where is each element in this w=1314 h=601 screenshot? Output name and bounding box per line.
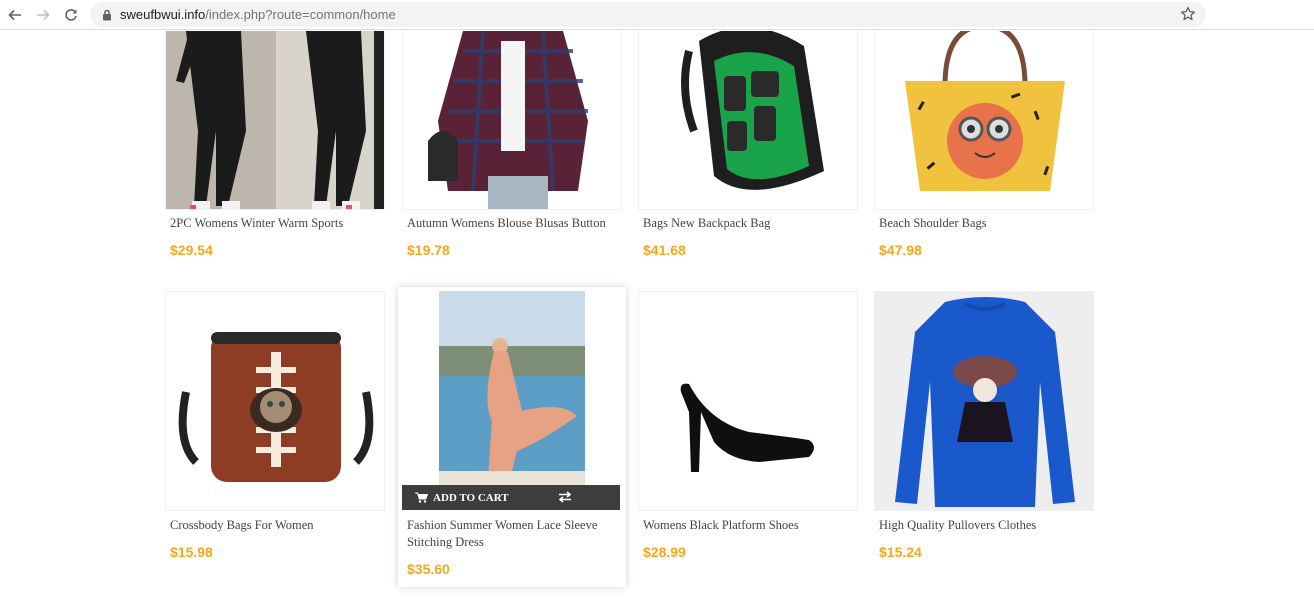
forward-icon[interactable] bbox=[33, 5, 53, 25]
cart-icon bbox=[415, 492, 428, 503]
product-image-woman-black-tracksuit[interactable] bbox=[165, 31, 385, 210]
product-name[interactable]: Womens Black Platform Shoes bbox=[643, 517, 858, 534]
address-bar[interactable]: sweufbwui.info/index.php?route=common/ho… bbox=[90, 2, 1206, 27]
compare-button[interactable] bbox=[558, 490, 572, 508]
product-price: $41.68 bbox=[643, 242, 686, 258]
product-name[interactable]: Crossbody Bags For Women bbox=[170, 517, 385, 534]
url-host: sweufbwui.info bbox=[120, 7, 206, 22]
browser-toolbar: sweufbwui.info/index.php?route=common/ho… bbox=[0, 0, 1314, 30]
product-grid: 2PC Womens Winter Warm Sports $29.54 Aut… bbox=[0, 31, 1314, 601]
bookmark-star-icon[interactable] bbox=[1180, 6, 1196, 27]
product-price: $47.98 bbox=[879, 242, 922, 258]
add-to-cart-button[interactable]: ADD TO CART bbox=[415, 492, 509, 504]
product-card[interactable]: High Quality Pullovers Clothes $15.24 bbox=[874, 291, 1096, 571]
reload-icon[interactable] bbox=[61, 5, 81, 25]
product-action-bar: ADD TO CART bbox=[402, 485, 620, 510]
product-image-plaid-shirt-blouse[interactable] bbox=[402, 31, 622, 210]
add-to-cart-label: ADD TO CART bbox=[433, 491, 509, 504]
product-price: $29.54 bbox=[170, 242, 213, 258]
product-price: $28.99 bbox=[643, 544, 686, 560]
product-image-yellow-cartoon-tote[interactable] bbox=[874, 31, 1094, 210]
product-card[interactable]: Womens Black Platform Shoes $28.99 bbox=[638, 291, 860, 571]
product-image-blue-sweatshirt[interactable] bbox=[874, 291, 1094, 511]
product-card[interactable]: Crossbody Bags For Women $15.98 bbox=[165, 291, 387, 571]
product-card[interactable]: 2PC Womens Winter Warm Sports $29.54 bbox=[165, 31, 387, 270]
product-name[interactable]: Bags New Backpack Bag bbox=[643, 215, 858, 232]
url-path: /index.php?route=common/home bbox=[205, 7, 396, 22]
product-card[interactable]: Beach Shoulder Bags $47.98 bbox=[874, 31, 1096, 270]
product-image-football-cat-crossbody[interactable] bbox=[165, 291, 385, 511]
product-name[interactable]: 2PC Womens Winter Warm Sports bbox=[170, 215, 385, 232]
product-name[interactable]: High Quality Pullovers Clothes bbox=[879, 517, 1094, 534]
compare-arrows-icon bbox=[558, 491, 572, 503]
product-image-peach-summer-dress[interactable] bbox=[402, 291, 622, 511]
product-price: $15.98 bbox=[170, 544, 213, 560]
product-image-camera-backpack[interactable] bbox=[638, 31, 858, 210]
product-image-black-heel-shoe[interactable] bbox=[638, 291, 858, 511]
lock-icon bbox=[102, 8, 112, 26]
product-card[interactable]: Bags New Backpack Bag $41.68 bbox=[638, 31, 860, 270]
product-name[interactable]: Beach Shoulder Bags bbox=[879, 215, 1094, 232]
back-icon[interactable] bbox=[5, 5, 25, 25]
product-name[interactable]: Fashion Summer Women Lace Sleeve Stitchi… bbox=[407, 517, 622, 551]
product-card[interactable]: Autumn Womens Blouse Blusas Button $19.7… bbox=[402, 31, 624, 270]
url-text[interactable]: sweufbwui.info/index.php?route=common/ho… bbox=[120, 7, 396, 22]
product-price: $19.78 bbox=[407, 242, 450, 258]
product-price: $35.60 bbox=[407, 561, 450, 577]
product-price: $15.24 bbox=[879, 544, 922, 560]
product-name[interactable]: Autumn Womens Blouse Blusas Button bbox=[407, 215, 622, 232]
product-card-hovered[interactable]: ADD TO CART Fashion Summer Women Lace Sl… bbox=[398, 287, 626, 587]
